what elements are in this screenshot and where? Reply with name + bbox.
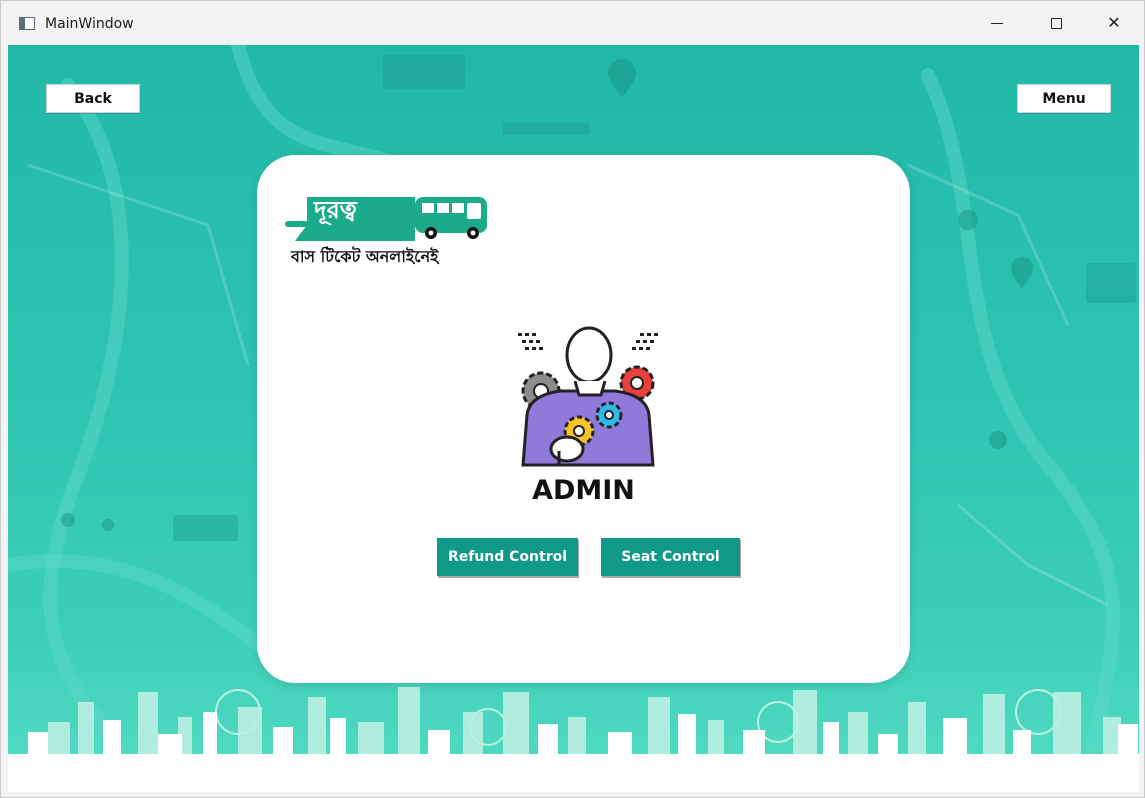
menu-button[interactable]: Menu <box>1017 84 1111 113</box>
city-skyline-decoration <box>8 687 1139 792</box>
brand-tagline: বাস টিকেট অনলাইনেই <box>291 247 439 266</box>
maximize-button[interactable] <box>1028 1 1084 45</box>
maximize-icon <box>1050 17 1062 29</box>
admin-heading: ADMIN <box>532 475 635 506</box>
app-window-icon <box>19 17 35 30</box>
back-button[interactable]: Back <box>46 84 140 113</box>
close-button[interactable]: ✕ <box>1086 1 1142 45</box>
window-title: MainWindow <box>45 16 134 32</box>
minimize-button[interactable] <box>969 1 1025 45</box>
bus-icon <box>415 197 487 239</box>
close-icon: ✕ <box>1107 15 1121 32</box>
app-content: Back Menu দূরত্ব বাস টিকেট অনলাইনেই ADMI… <box>8 45 1139 792</box>
admin-card: দূরত্ব বাস টিকেট অনলাইনেই ADMIN Refund C… <box>257 155 910 683</box>
refund-control-button[interactable]: Refund Control <box>437 538 578 576</box>
minimize-icon <box>991 22 1003 24</box>
seat-control-button[interactable]: Seat Control <box>601 538 740 576</box>
title-bar[interactable]: MainWindow ✕ <box>1 1 1144 45</box>
main-window: MainWindow ✕ Back Menu দূরত্ব বাস টিকেট … <box>0 0 1145 798</box>
admin-gears-icon <box>518 326 658 467</box>
brand-name: দূরত্ব <box>314 196 357 224</box>
